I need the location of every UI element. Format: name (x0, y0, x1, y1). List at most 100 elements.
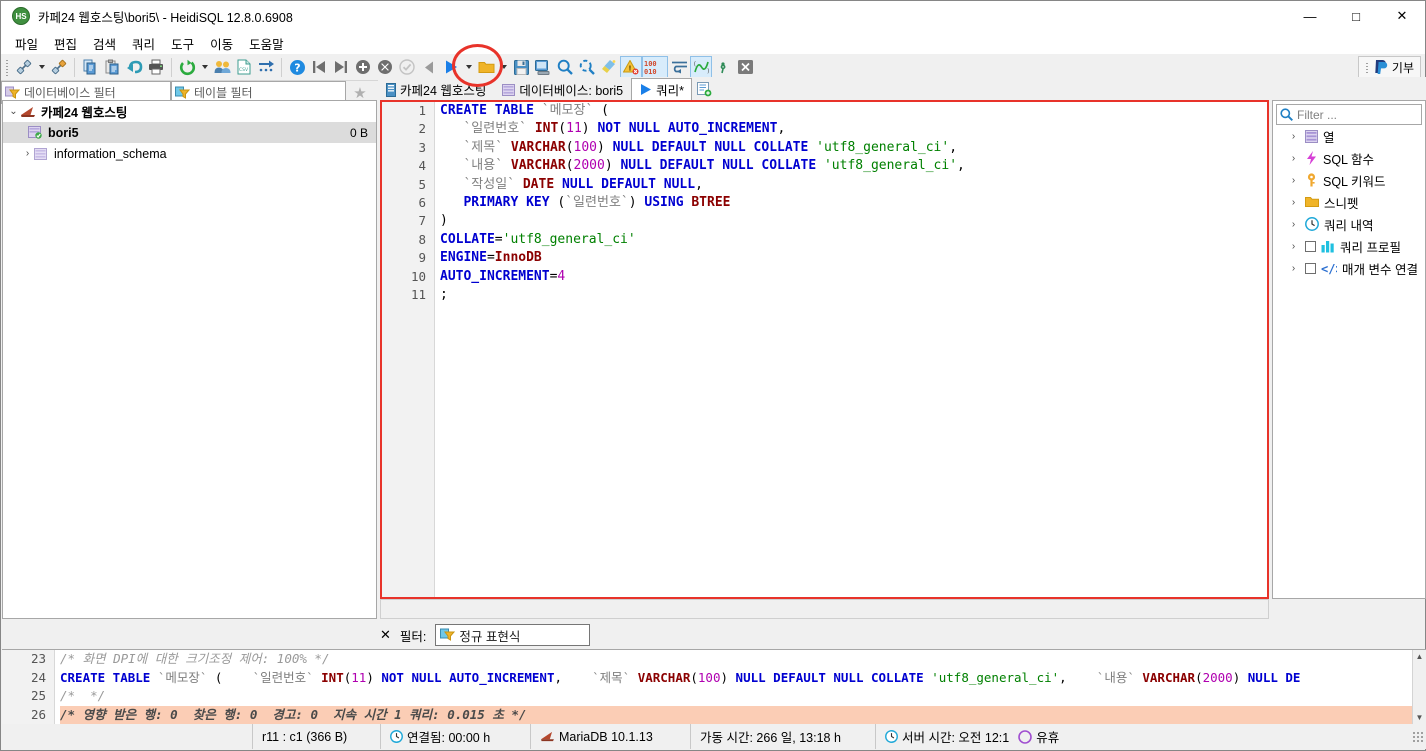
helper-item-sql-functions[interactable]: › SQL 함수 (1273, 147, 1425, 169)
chevron-down-icon[interactable]: ⌄ (7, 106, 20, 117)
minimize-button[interactable]: — (1287, 1, 1333, 32)
last-icon[interactable] (330, 56, 352, 78)
log-token: ) (1232, 669, 1248, 685)
import-icon[interactable] (255, 56, 277, 78)
find-icon[interactable] (554, 56, 576, 78)
format-sql-icon[interactable]: () (690, 56, 712, 78)
chevron-right-icon[interactable]: › (1287, 263, 1300, 274)
helper-item-query-history-label: 쿼리 내역 (1324, 218, 1374, 233)
donate-button[interactable]: 기부 (1357, 55, 1421, 79)
log-token: /* 화면 DPI에 대한 크기조정 제어: 100% */ (60, 651, 330, 666)
code-token: `작성일` (463, 176, 523, 192)
insert-row-icon[interactable] (352, 56, 374, 78)
menu-goto[interactable]: 이동 (202, 32, 241, 55)
commit-icon[interactable] (396, 56, 418, 78)
delimiter-icon[interactable] (712, 56, 734, 78)
chevron-right-icon[interactable]: › (1287, 175, 1300, 186)
menu-tools[interactable]: 도구 (163, 32, 202, 55)
helper-filter-input[interactable]: Filter ... (1276, 104, 1422, 125)
clean-icon[interactable] (598, 56, 620, 78)
toolbar-grip[interactable] (4, 57, 11, 77)
log-line: /* 영향 받은 행: 0 찾은 행: 0 경고: 0 지속 시간 1 쿼리: … (60, 705, 1412, 724)
menu-file[interactable]: 파일 (7, 32, 46, 55)
tab-database[interactable]: 데이터베이스: bori5 (494, 78, 631, 101)
run-query-icon[interactable] (440, 56, 462, 78)
maximize-button[interactable]: □ (1333, 1, 1379, 32)
refresh-dropdown-icon[interactable] (198, 56, 211, 78)
tree-node-bori5[interactable]: bori5 0 B (3, 122, 376, 143)
close-filter-icon[interactable]: ✕ (380, 627, 391, 643)
svg-text:</>: </> (1321, 262, 1337, 275)
chevron-right-icon[interactable]: › (1287, 219, 1300, 230)
error-icon[interactable]: ! (620, 56, 642, 78)
replace-icon[interactable] (576, 56, 598, 78)
chevron-right-icon[interactable]: › (1287, 153, 1300, 164)
paste-icon[interactable] (101, 56, 123, 78)
save-as-icon[interactable] (532, 56, 554, 78)
helper-item-sql-keywords[interactable]: › SQL 키워드 (1273, 169, 1425, 191)
copy-icon[interactable] (79, 56, 101, 78)
delete-row-icon[interactable] (374, 56, 396, 78)
log-filter-input[interactable]: 정규 표현식 (435, 624, 591, 646)
word-wrap-icon[interactable] (668, 56, 690, 78)
tab-session[interactable]: 카페24 웹호스팅 (378, 78, 494, 101)
resize-grip[interactable] (1412, 730, 1424, 743)
menu-search[interactable]: 검색 (85, 32, 124, 55)
toolbar-separator (74, 57, 75, 77)
status-server-uptime-text: 가동 시간: 266 일, 13:18 h (700, 731, 841, 745)
helper-item-columns-label: 열 (1323, 130, 1335, 145)
first-icon[interactable] (308, 56, 330, 78)
tree-node-session[interactable]: ⌄ 카페24 웹호스팅 (3, 101, 376, 122)
database-tree[interactable]: ⌄ 카페24 웹호스팅 bori5 0 B › information_sche… (2, 100, 377, 619)
folder-icon (1305, 197, 1319, 207)
new-query-tab-button[interactable] (692, 78, 717, 101)
editor-horizontal-scrollbar[interactable] (380, 599, 1269, 619)
menu-edit[interactable]: 편집 (46, 32, 85, 55)
helper-item-query-history[interactable]: › 쿼리 내역 (1273, 213, 1425, 235)
log-line-number: 26 (30, 706, 46, 722)
tree-node-information-schema[interactable]: › information_schema (3, 143, 376, 164)
helper-item-query-profile[interactable]: › 쿼리 프로필 (1273, 235, 1425, 257)
open-folder-icon[interactable] (475, 56, 497, 78)
sql-log-pane[interactable]: 23 24 25 26 /* 화면 DPI에 대한 크기조정 제어: 100% */ C… (2, 649, 1426, 725)
chevron-right-icon[interactable]: › (1287, 131, 1300, 142)
scroll-up-arrow[interactable]: ▲ (1416, 650, 1424, 664)
stop-icon[interactable] (418, 56, 440, 78)
chevron-right-icon[interactable]: › (1287, 197, 1300, 208)
log-vertical-scrollbar[interactable]: ▲ ▼ (1412, 650, 1426, 725)
csv-export-icon[interactable]: CSV (233, 56, 255, 78)
disconnect-icon[interactable] (48, 56, 70, 78)
helper-item-columns[interactable]: › 열 (1273, 125, 1425, 147)
scroll-down-arrow[interactable]: ▼ (1416, 711, 1424, 725)
menu-query[interactable]: 쿼리 (124, 32, 163, 55)
tab-query[interactable]: 쿼리* (631, 78, 693, 101)
line-numbers-icon[interactable]: 100 010 (642, 56, 668, 78)
print-icon[interactable] (145, 56, 167, 78)
users-icon[interactable] (211, 56, 233, 78)
log-code: /* 화면 DPI에 대한 크기조정 제어: 100% */ CREATE TAB… (56, 650, 1412, 725)
menu-help[interactable]: 도움말 (241, 32, 292, 55)
code-token: `메모장` (541, 103, 602, 118)
run-dropdown-icon[interactable] (462, 56, 475, 78)
refresh-icon[interactable] (176, 56, 198, 78)
help-icon[interactable]: ? (286, 56, 308, 78)
connect-icon[interactable] (13, 56, 35, 78)
log-filter-value: 정규 표현식 (459, 629, 521, 644)
status-connection-uptime-text: 연결됨: 00:00 h (407, 731, 491, 745)
connect-dropdown-icon[interactable] (35, 56, 48, 78)
open-dropdown-icon[interactable] (497, 56, 510, 78)
chevron-right-icon[interactable]: › (1287, 241, 1300, 252)
close-tab-icon[interactable] (734, 56, 756, 78)
chevron-right-icon[interactable]: › (21, 148, 34, 159)
sql-editor[interactable]: 1 2 3 4 5 6 7 8 9 10 11 CREATE TABLE `메모장` ( `일련번호… (380, 100, 1269, 599)
helper-item-snippets[interactable]: › 스니펫 (1273, 191, 1425, 213)
code-token: NULL DEFAULT NULL (562, 176, 696, 192)
save-icon[interactable] (510, 56, 532, 78)
editor-code[interactable]: CREATE TABLE `메모장` ( `일련번호` INT(11) NOT … (436, 102, 1267, 597)
parameter-binding-checkbox[interactable] (1305, 262, 1316, 274)
query-profile-checkbox[interactable] (1305, 240, 1316, 252)
close-button[interactable]: ✕ (1379, 1, 1425, 32)
helper-item-parameter-binding[interactable]: › </> 매개 변수 연결 (1273, 257, 1425, 279)
code-token: DATE (522, 176, 555, 192)
undo-icon[interactable] (123, 56, 145, 78)
